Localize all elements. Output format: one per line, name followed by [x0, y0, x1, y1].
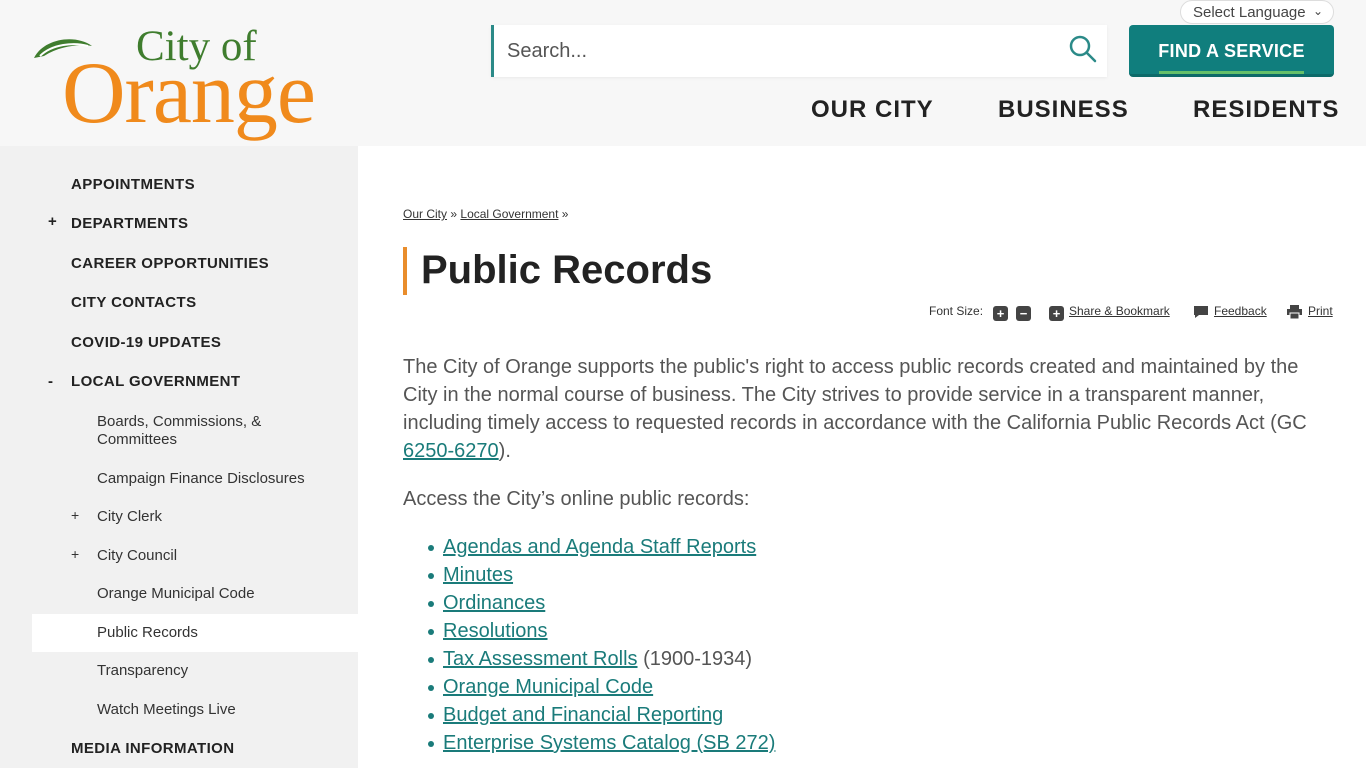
collapse-icon[interactable]: -: [48, 373, 53, 390]
bullet: [428, 601, 434, 607]
expand-icon[interactable]: +: [71, 506, 79, 524]
share-icon[interactable]: +: [1049, 306, 1064, 321]
minutes-link[interactable]: Minutes: [443, 564, 513, 586]
nav-business[interactable]: BUSINESS: [998, 96, 1129, 124]
bullet: [428, 657, 434, 663]
search-input[interactable]: [494, 25, 1034, 77]
municipal-code-link[interactable]: Orange Municipal Code: [443, 676, 653, 698]
list-item: Minutes: [403, 561, 775, 589]
sidebar-item-label: Boards, Commissions, & Committees: [97, 413, 262, 448]
city-logo[interactable]: City of Orange: [30, 22, 340, 142]
title-accent-bar: [403, 247, 407, 295]
share-bookmark-link[interactable]: Share & Bookmark: [1069, 304, 1170, 318]
list-item: Resolutions: [403, 617, 775, 645]
bullet: [428, 685, 434, 691]
search-icon[interactable]: [1067, 33, 1099, 65]
font-increase-button[interactable]: +: [993, 306, 1008, 321]
sidebar-item-public-records[interactable]: Public Records: [32, 614, 358, 652]
print-link[interactable]: Print: [1308, 304, 1333, 318]
breadcrumb-separator: »: [450, 207, 458, 221]
sidebar-item-label: Public Records: [97, 624, 198, 641]
sidebar-item-label: City Clerk: [97, 508, 163, 525]
list-item: Agendas and Agenda Staff Reports: [403, 533, 775, 561]
gc-code-link[interactable]: 6250-6270: [403, 440, 499, 462]
sidebar-item-label: CITY CONTACTS: [71, 294, 197, 311]
tax-assessment-rolls-link[interactable]: Tax Assessment Rolls: [443, 648, 638, 670]
bullet: [428, 573, 434, 579]
nav-our-city[interactable]: OUR CITY: [811, 96, 934, 124]
language-select-label: Select Language: [1193, 4, 1306, 21]
agendas-link[interactable]: Agendas and Agenda Staff Reports: [443, 536, 756, 558]
expand-icon[interactable]: +: [71, 545, 79, 563]
language-select[interactable]: Select Language ⌄: [1180, 0, 1334, 24]
budget-link[interactable]: Budget and Financial Reporting: [443, 704, 723, 726]
records-list: Agendas and Agenda Staff Reports Minutes…: [403, 533, 775, 757]
bullet: [428, 629, 434, 635]
list-item: Ordinances: [403, 589, 775, 617]
list-item: Budget and Financial Reporting: [403, 701, 775, 729]
sidebar-item-label: City Council: [97, 547, 178, 564]
sidebar-item-label: MEDIA INFORMATION: [71, 740, 235, 757]
sidebar-nav: APPOINTMENTS + DEPARTMENTS CAREER OPPORT…: [0, 146, 358, 768]
feedback-link[interactable]: Feedback: [1214, 304, 1267, 318]
breadcrumb-local-government[interactable]: Local Government: [460, 207, 558, 221]
sidebar-item-label: LOCAL GOVERNMENT: [71, 373, 241, 390]
button-highlight: [1159, 71, 1304, 74]
page-title: Public Records: [421, 248, 713, 292]
bullet: [428, 741, 434, 747]
list-item-suffix: (1900-1934): [637, 648, 753, 670]
site-header: City of Orange Select Language ⌄ FIND A …: [0, 0, 1366, 146]
sidebar-item-label: COVID-19 UPDATES: [71, 334, 222, 351]
bullet: [428, 713, 434, 719]
access-paragraph: Access the City’s online public records:: [403, 488, 750, 510]
chevron-down-icon: ⌄: [1312, 4, 1323, 18]
intro-end: ).: [498, 440, 511, 462]
sidebar-item-label: Transparency: [97, 662, 189, 679]
logo-text-orange: Orange: [62, 45, 316, 142]
breadcrumb: Our City » Local Government »: [403, 207, 568, 221]
breadcrumb-our-city[interactable]: Our City: [403, 207, 447, 221]
intro-paragraph: The City of Orange supports the public's…: [403, 353, 1333, 465]
list-item: Tax Assessment Rolls (1900-1934): [403, 645, 775, 673]
font-decrease-button[interactable]: −: [1016, 306, 1031, 321]
find-a-service-button[interactable]: FIND A SERVICE: [1129, 25, 1334, 77]
sidebar-item-label: DEPARTMENTS: [71, 215, 189, 232]
search-box: [491, 25, 1107, 77]
list-item: Enterprise Systems Catalog (SB 272): [403, 729, 775, 757]
sidebar-item-label: Watch Meetings Live: [97, 701, 236, 718]
sidebar-item-label: CAREER OPPORTUNITIES: [71, 255, 270, 272]
nav-residents[interactable]: RESIDENTS: [1193, 96, 1339, 124]
sidebar-item-label: Orange Municipal Code: [97, 585, 255, 602]
print-icon[interactable]: [1287, 305, 1302, 319]
expand-icon[interactable]: +: [48, 213, 57, 230]
bullet: [428, 545, 434, 551]
enterprise-systems-link[interactable]: Enterprise Systems Catalog (SB 272): [443, 732, 775, 754]
breadcrumb-separator: »: [561, 207, 569, 221]
sidebar-item-label: Campaign Finance Disclosures: [97, 470, 305, 487]
sidebar-item-label: APPOINTMENTS: [71, 176, 195, 193]
font-size-label: Font Size:: [929, 304, 984, 318]
list-item: Orange Municipal Code: [403, 673, 775, 701]
ordinances-link[interactable]: Ordinances: [443, 592, 545, 614]
feedback-icon[interactable]: [1193, 305, 1209, 319]
resolutions-link[interactable]: Resolutions: [443, 620, 548, 642]
intro-text: The City of Orange supports the public's…: [403, 356, 1307, 434]
find-a-service-label: FIND A SERVICE: [1158, 41, 1305, 61]
